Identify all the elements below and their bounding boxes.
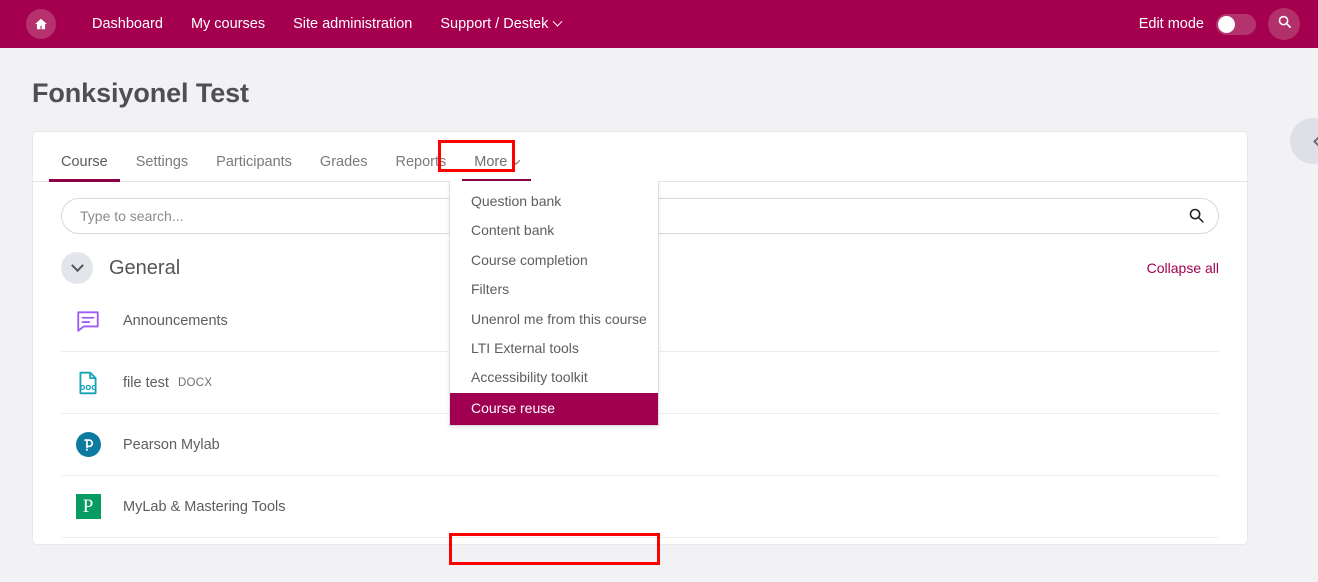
page-container: Fonksiyonel Test Course Settings Partici… xyxy=(0,48,1318,582)
doc-file-icon: DOC xyxy=(75,370,101,396)
tab-label: Grades xyxy=(319,154,368,170)
pearson-logo-icon xyxy=(75,432,101,458)
dropdown-item-label: Filters xyxy=(471,281,510,298)
dropdown-item-filters[interactable]: Filters xyxy=(450,275,658,304)
tab-participants[interactable]: Participants xyxy=(202,142,306,181)
nav-link-label: My courses xyxy=(190,16,266,32)
collapse-all-link[interactable]: Collapse all xyxy=(1147,260,1219,276)
nav-links: Dashboard My courses Site administration… xyxy=(78,10,575,38)
search-submit-icon[interactable] xyxy=(1188,207,1205,224)
tab-label: Participants xyxy=(216,154,292,170)
nav-link-label: Support / Destek xyxy=(440,16,549,32)
chevron-down-icon xyxy=(70,258,84,272)
nav-link-label: Site administration xyxy=(293,16,413,32)
nav-link-label: Dashboard xyxy=(92,16,163,32)
edit-mode-toggle[interactable] xyxy=(1216,13,1256,35)
mylab-logo-icon: P xyxy=(75,494,101,520)
activity-name: file test xyxy=(123,374,169,391)
tab-label: Settings xyxy=(135,154,189,170)
mylab-square: P xyxy=(75,494,101,519)
tab-label: Course xyxy=(61,154,108,170)
dropdown-item-lti-external-tools[interactable]: LTI External tools xyxy=(450,334,658,363)
activity-name: Announcements xyxy=(123,312,228,329)
course-index-drawer-toggle[interactable] xyxy=(1290,118,1318,164)
nav-link-site-administration[interactable]: Site administration xyxy=(279,10,426,38)
pearson-circle xyxy=(75,432,101,457)
dropdown-item-label: Course completion xyxy=(471,251,588,268)
list-item[interactable]: P MyLab & Mastering Tools xyxy=(61,476,1219,538)
navbar-search-button[interactable] xyxy=(1268,8,1300,40)
toggle-knob xyxy=(1218,15,1235,33)
tab-settings[interactable]: Settings xyxy=(122,142,202,181)
chevron-left-icon xyxy=(1312,134,1318,148)
activity-name: MyLab & Mastering Tools xyxy=(123,498,286,515)
nav-link-my-courses[interactable]: My courses xyxy=(177,10,279,38)
chevron-down-icon xyxy=(512,156,521,165)
svg-text:DOC: DOC xyxy=(80,384,97,392)
section-title: General xyxy=(109,256,181,279)
dropdown-item-label: Content bank xyxy=(471,222,555,239)
nav-link-support-destek[interactable]: Support / Destek xyxy=(426,10,575,38)
dropdown-item-label: Unenrol me from this course xyxy=(471,310,647,327)
dropdown-item-question-bank[interactable]: Question bank xyxy=(450,187,658,216)
chevron-down-icon xyxy=(552,16,563,27)
dropdown-item-label: Course reuse xyxy=(471,399,556,416)
course-tab-bar: Course Settings Participants Grades Repo… xyxy=(33,132,1247,182)
activity-filetype: DOCX xyxy=(177,376,213,389)
tab-label: More xyxy=(474,154,508,170)
dropdown-item-content-bank[interactable]: Content bank xyxy=(450,216,658,245)
tab-reports[interactable]: Reports xyxy=(381,142,460,181)
tab-course[interactable]: Course xyxy=(47,142,122,182)
dropdown-item-accessibility-toolkit[interactable]: Accessibility toolkit xyxy=(450,363,658,392)
home-button[interactable] xyxy=(26,9,56,39)
navbar-right-controls: Edit mode xyxy=(1139,8,1300,40)
dropdown-item-label: Accessibility toolkit xyxy=(471,369,588,386)
edit-mode-label: Edit mode xyxy=(1138,16,1204,32)
home-icon xyxy=(34,17,48,31)
page-title: Fonksiyonel Test xyxy=(32,78,249,108)
dropdown-item-label: Question bank xyxy=(471,193,562,209)
section-collapse-toggle[interactable] xyxy=(61,252,93,284)
more-dropdown-menu: Question bank Content bank Course comple… xyxy=(449,181,659,427)
dropdown-item-label: LTI External tools xyxy=(471,339,579,356)
dropdown-item-course-reuse[interactable]: Course reuse xyxy=(450,392,658,426)
tab-more[interactable]: More xyxy=(460,142,533,182)
top-navbar: Dashboard My courses Site administration… xyxy=(0,0,1318,48)
tab-label: Reports xyxy=(395,154,447,170)
dropdown-item-unenrol-me[interactable]: Unenrol me from this course xyxy=(450,305,658,334)
forum-icon xyxy=(75,308,101,334)
activity-name: Pearson Mylab xyxy=(123,436,220,453)
tab-grades[interactable]: Grades xyxy=(306,142,382,181)
search-icon xyxy=(1277,14,1292,34)
course-content-card: Course Settings Participants Grades Repo… xyxy=(32,131,1248,565)
nav-link-dashboard[interactable]: Dashboard xyxy=(78,10,177,38)
dropdown-item-course-completion[interactable]: Course completion xyxy=(450,246,658,275)
